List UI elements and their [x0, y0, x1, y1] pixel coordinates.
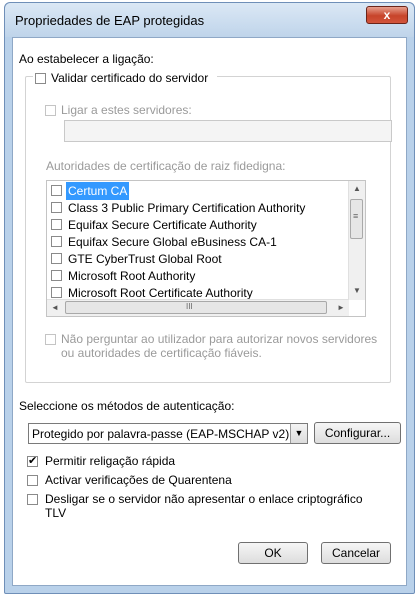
horizontal-scroll-thumb[interactable]: III — [65, 301, 327, 314]
auth-method-value: Protegido por palavra-passe (EAP-MSCHAP … — [32, 427, 290, 441]
ca-item-checkbox[interactable] — [51, 202, 62, 213]
ca-item-label: Microsoft Root Authority — [68, 269, 196, 283]
ca-item-label: Equifax Secure Certificate Authority — [68, 218, 257, 232]
disconnect-label-line2: TLV — [45, 506, 67, 520]
check-icon: ✔ — [28, 455, 38, 467]
fast-reconnect-checkbox[interactable]: ✔ — [27, 456, 38, 467]
grip-h-icon: III — [186, 302, 193, 311]
auth-methods-label: Seleccione os métodos de autenticação: — [19, 399, 235, 413]
eap-properties-dialog: Propriedades de EAP protegidas x Ao esta… — [4, 2, 415, 594]
disconnect-checkbox[interactable] — [27, 494, 38, 505]
scroll-down-icon[interactable]: ▼ — [353, 286, 361, 295]
validate-certificate-option[interactable]: Validar certificado do servidor — [33, 69, 217, 85]
ok-button[interactable]: OK — [238, 542, 308, 564]
grip-icon: ≡ — [353, 211, 359, 221]
disconnect-label-line1: Desligar se o servidor não apresentar o … — [45, 492, 363, 506]
ca-item-label: Class 3 Public Primary Certification Aut… — [68, 201, 306, 215]
auth-method-select[interactable]: Protegido por palavra-passe (EAP-MSCHAP … — [28, 423, 308, 444]
dont-prompt-label-line2: ou autoridades de certificação fiáveis. — [61, 346, 262, 360]
ca-item-checkbox[interactable] — [51, 185, 62, 196]
connect-servers-checkbox — [45, 105, 56, 116]
chevron-down-icon[interactable]: ▼ — [290, 424, 307, 443]
ca-item-label: GTE CyberTrust Global Root — [68, 252, 222, 266]
quarantine-label: Activar verificações de Quarentena — [45, 473, 232, 487]
configure-button[interactable]: Configurar... — [314, 422, 401, 444]
close-button[interactable]: x — [366, 6, 408, 24]
dont-prompt-label-line1: Não perguntar ao utilizador para autoriz… — [61, 332, 378, 346]
horizontal-scrollbar[interactable]: ◄ III ► — [47, 299, 349, 316]
dont-prompt-checkbox — [45, 334, 56, 345]
title-bar: Propriedades de EAP protegidas x — [5, 3, 414, 37]
ca-item-checkbox[interactable] — [51, 236, 62, 247]
ca-item-checkbox[interactable] — [51, 253, 62, 264]
fast-reconnect-label: Permitir religação rápida — [45, 454, 176, 468]
ca-item-label: Equifax Secure Global eBusiness CA-1 — [68, 235, 277, 249]
scroll-left-icon[interactable]: ◄ — [51, 303, 59, 312]
root-ca-label: Autoridades de certificação de raiz fide… — [46, 159, 286, 173]
scroll-right-icon[interactable]: ► — [337, 303, 345, 312]
validate-certificate-label: Validar certificado do servidor — [51, 71, 209, 85]
close-icon: x — [383, 8, 391, 22]
validate-certificate-checkbox[interactable] — [35, 73, 46, 84]
servers-input — [64, 120, 392, 142]
vertical-scroll-thumb[interactable]: ≡ — [350, 199, 363, 239]
cancel-button[interactable]: Cancelar — [321, 542, 391, 564]
window-title: Propriedades de EAP protegidas — [15, 13, 205, 28]
scroll-up-icon[interactable]: ▲ — [353, 184, 361, 193]
connect-servers-label: Ligar a estes servidores: — [61, 103, 192, 117]
vertical-scrollbar[interactable]: ▲ ≡ ▼ — [348, 181, 365, 300]
connect-heading: Ao estabelecer a ligação: — [19, 52, 154, 66]
dialog-content: Ao estabelecer a ligação: Validar certif… — [12, 37, 407, 586]
ca-item-checkbox[interactable] — [51, 270, 62, 281]
ca-item-checkbox[interactable] — [51, 287, 62, 298]
root-ca-listbox[interactable]: Certum CA Class 3 Public Primary Certific… — [46, 180, 366, 317]
quarantine-checkbox[interactable] — [27, 475, 38, 486]
ca-item-label: Certum CA — [66, 182, 130, 200]
ca-item-checkbox[interactable] — [51, 219, 62, 230]
